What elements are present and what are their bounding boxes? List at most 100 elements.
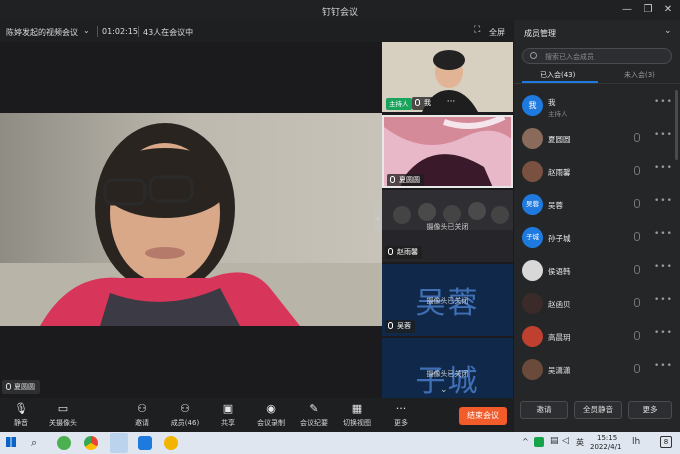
camera-icon: ▭ — [57, 402, 69, 415]
chevron-down-icon[interactable]: ⌄ — [664, 26, 672, 36]
clock-date[interactable]: 2022/4/1 — [590, 443, 621, 451]
more-options-icon[interactable]: ••• — [654, 328, 673, 338]
avatar — [522, 161, 543, 182]
invite-member-button[interactable]: 邀请 — [520, 401, 568, 419]
avatar: 吴蓉 — [522, 194, 543, 215]
more-options-icon[interactable]: ··· — [443, 97, 459, 110]
restore-icon[interactable]: ❐ — [641, 3, 655, 17]
member-row[interactable]: 我我主持人 ••• — [514, 90, 680, 122]
more-options-icon[interactable]: ••• — [654, 229, 673, 239]
record-label: 会议录制 — [257, 419, 285, 427]
camera-toggle-button[interactable]: ▭ 关摄像头 — [44, 398, 82, 432]
avatar — [522, 128, 543, 149]
chevron-down-icon[interactable]: ⌄ — [83, 26, 90, 35]
thumbnail-name-tag: 吴蓉 — [385, 320, 415, 333]
more-label: 更多 — [394, 419, 408, 427]
mic-muted-icon[interactable] — [634, 364, 640, 373]
member-row[interactable]: 吴潇潇 ••• — [514, 354, 680, 386]
title-bar: 钉钉会议 — ❐ ✕ — [0, 0, 680, 20]
avatar — [522, 293, 543, 314]
more-options-icon[interactable]: ••• — [654, 97, 673, 107]
mic-muted-icon[interactable] — [634, 199, 640, 208]
fullscreen-button[interactable]: 全屏 — [489, 27, 505, 38]
members-button[interactable]: ⚇ 成员(46) — [166, 398, 204, 432]
meeting-name[interactable]: 陈婷发起的视频会议 — [6, 27, 78, 38]
minimize-icon[interactable]: — — [620, 3, 634, 17]
divider — [138, 26, 139, 37]
chevron-down-icon[interactable]: ⌄ — [440, 385, 448, 395]
mic-muted-icon[interactable] — [634, 232, 640, 241]
thumbnail-name: 夏圆圆 — [399, 176, 420, 184]
mic-muted-icon[interactable] — [634, 265, 640, 274]
thumbnail-wurong[interactable]: 吴蓉 摄像头已关闭 吴蓉 — [382, 264, 513, 336]
mic-muted-icon[interactable] — [634, 331, 640, 340]
more-options-icon[interactable]: ••• — [654, 361, 673, 371]
windows-start-icon[interactable] — [6, 437, 16, 447]
dingtalk-icon[interactable] — [138, 436, 152, 450]
camera-label: 关摄像头 — [49, 419, 77, 427]
more-options-icon[interactable]: ••• — [654, 130, 673, 140]
mic-icon — [6, 383, 11, 390]
member-row[interactable]: 子城 孙子城 ••• — [514, 222, 680, 254]
tab-joined[interactable]: 已入会(43) — [540, 70, 575, 80]
thumbnail-zhaoyuxin[interactable]: 摄像头已关闭 赵雨馨 — [382, 190, 513, 262]
clock-time[interactable]: 15:15 — [597, 434, 617, 442]
more-button[interactable]: ··· 更多 — [382, 398, 420, 432]
network-icon[interactable]: ▤ — [550, 436, 559, 446]
tray-icon[interactable] — [534, 437, 544, 447]
switch-view-button[interactable]: ▦ 切换视图 — [338, 398, 376, 432]
more-options-icon[interactable]: ••• — [654, 295, 673, 305]
mic-muted-icon[interactable] — [634, 298, 640, 307]
qq-icon[interactable] — [164, 436, 178, 450]
ime-indicator[interactable]: 英 — [576, 437, 584, 448]
mute-button[interactable]: 🎙 静音 — [2, 398, 40, 432]
main-video[interactable] — [0, 113, 382, 326]
member-name: 孙子城 — [548, 234, 571, 243]
member-row[interactable]: 侯语韩 ••• — [514, 255, 680, 287]
record-button[interactable]: ◉ 会议录制 — [252, 398, 290, 432]
dingtalk-active-icon[interactable] — [110, 433, 128, 453]
members-icon: ⚇ — [180, 402, 190, 415]
thumbnail-xiayuanyuan[interactable]: 夏圆圆 — [382, 115, 513, 188]
minutes-button[interactable]: ✎ 会议纪要 — [295, 398, 333, 432]
thumbnail-self[interactable]: 主持人 我 ··· — [382, 42, 513, 112]
volume-icon[interactable]: ◁ — [562, 436, 569, 446]
thumbnail-name: 我 — [424, 99, 431, 107]
tab-not-joined[interactable]: 未入会(3) — [624, 70, 655, 80]
close-icon[interactable]: ✕ — [661, 3, 675, 17]
mute-all-button[interactable]: 全员静音 — [574, 401, 622, 419]
mic-icon — [390, 176, 395, 183]
participant-count: 43人在会议中 — [143, 28, 194, 37]
mic-muted-icon[interactable] — [634, 133, 640, 142]
search-input[interactable]: 搜索已入会成员 — [522, 48, 672, 64]
search-icon[interactable]: ⌕ — [31, 436, 45, 450]
more-options-icon[interactable]: ••• — [654, 262, 673, 272]
share-button[interactable]: ▣ 共享 — [209, 398, 247, 432]
member-role: 主持人 — [548, 110, 568, 118]
end-meeting-button[interactable]: 结束会议 — [459, 407, 507, 425]
member-row[interactable]: 赵函贝 ••• — [514, 288, 680, 320]
window-title: 钉钉会议 — [321, 8, 358, 18]
invite-button[interactable]: ⚇ 邀请 — [123, 398, 161, 432]
fullscreen-icon[interactable]: ⛶ — [474, 25, 480, 35]
collapse-thumbnails-handle[interactable]: › — [374, 205, 382, 233]
mic-icon — [388, 322, 393, 329]
brightness-icon[interactable]: lh — [632, 437, 640, 447]
chrome-icon[interactable] — [84, 436, 98, 450]
member-row[interactable]: 夏圆圆 ••• — [514, 123, 680, 155]
panel-more-button[interactable]: 更多 — [628, 401, 672, 419]
member-row[interactable]: 吴蓉 吴蓉 ••• — [514, 189, 680, 221]
thumbnail-zicheng[interactable]: 子城 摄像头已关闭 ⌄ — [382, 338, 513, 398]
minutes-label: 会议纪要 — [300, 419, 328, 427]
more-options-icon[interactable]: ••• — [654, 196, 673, 206]
mic-icon: 🎙 — [14, 402, 28, 415]
notification-icon[interactable]: 8 — [660, 436, 672, 448]
mic-muted-icon[interactable] — [634, 166, 640, 175]
add-user-icon: ⚇ — [137, 402, 147, 415]
member-row[interactable]: 高晨玥 ••• — [514, 321, 680, 353]
pen-icon: ✎ — [309, 402, 319, 415]
app-icon[interactable] — [57, 436, 71, 450]
chevron-up-icon[interactable]: ^ — [522, 437, 529, 446]
more-options-icon[interactable]: ••• — [654, 163, 673, 173]
member-row[interactable]: 赵雨馨 ••• — [514, 156, 680, 188]
